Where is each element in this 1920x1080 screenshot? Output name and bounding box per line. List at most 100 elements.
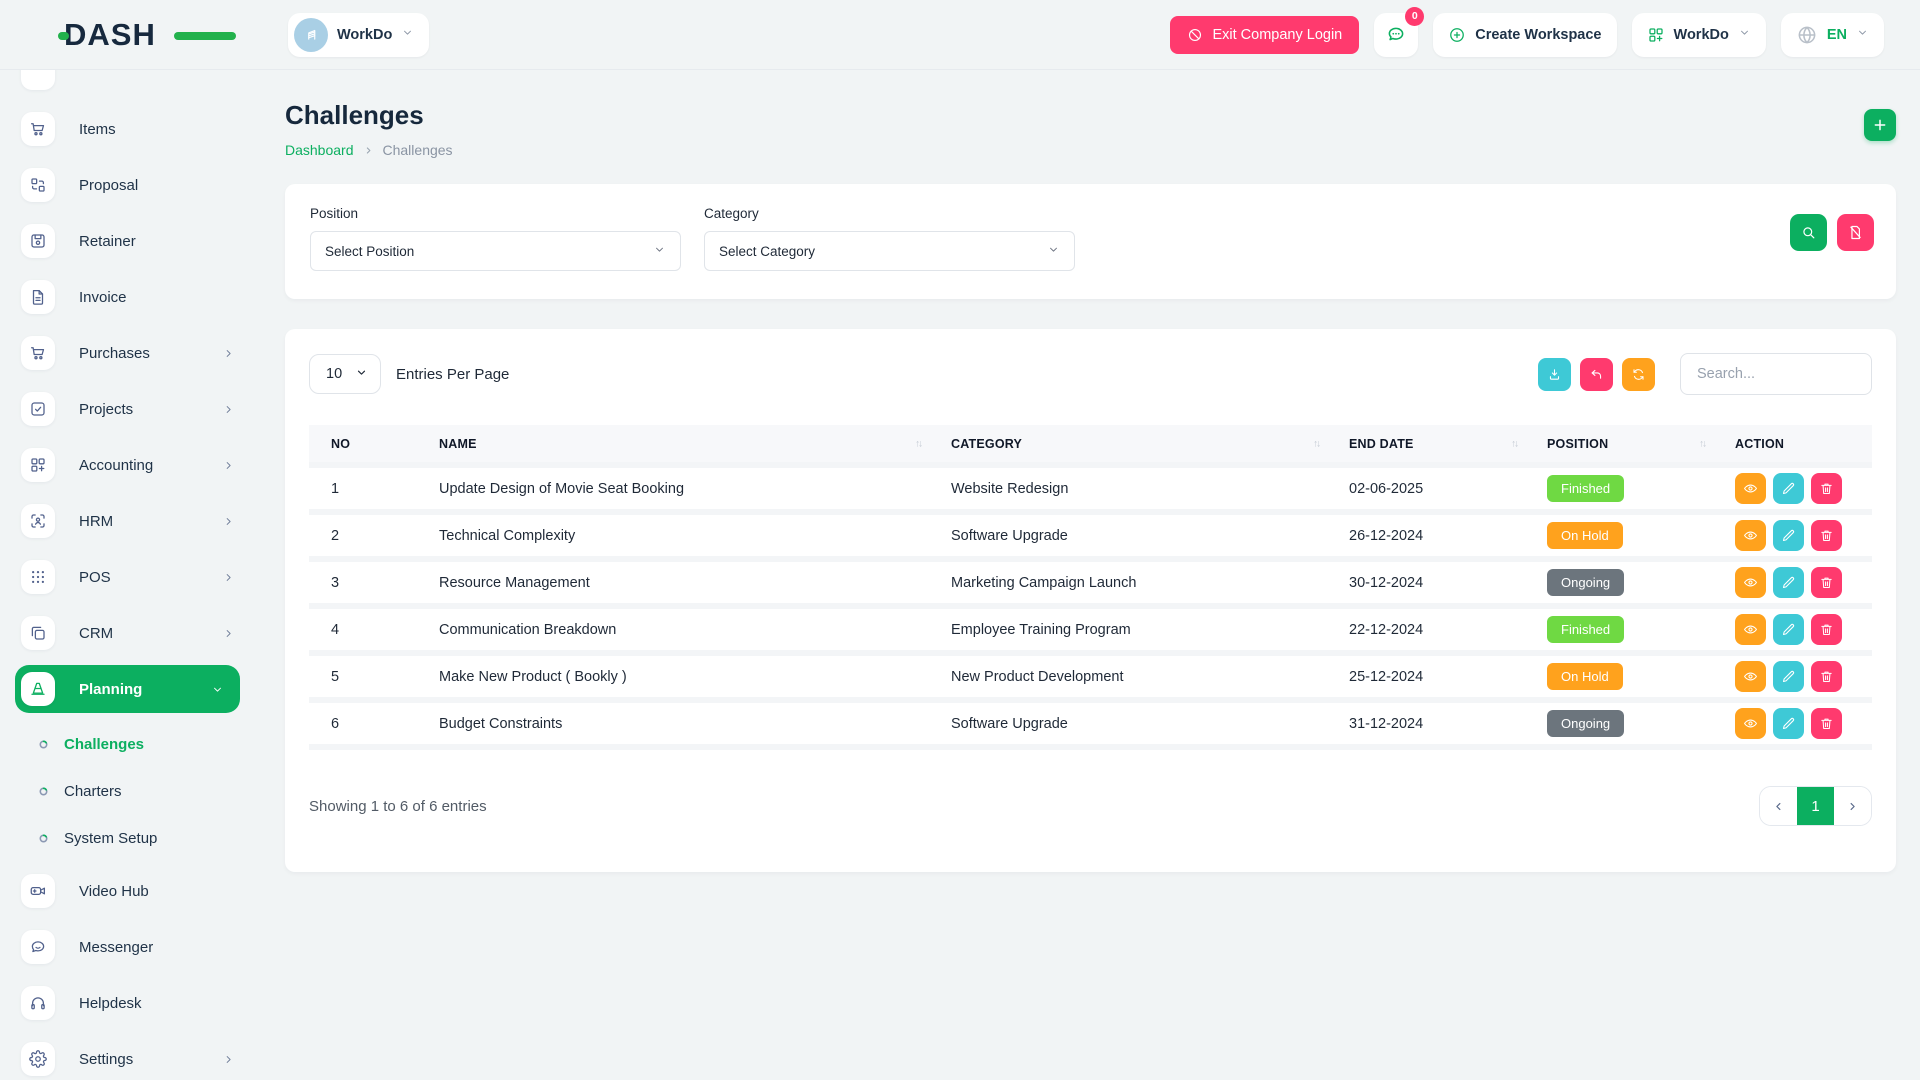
sidebar-item-accounting[interactable]: Accounting [21,441,257,489]
row-actions [1735,473,1862,504]
apply-filter-button[interactable] [1790,214,1827,251]
chevron-right-icon [222,1053,235,1066]
edit-button[interactable] [1773,520,1804,551]
cell-name[interactable]: Technical Complexity [429,512,941,559]
view-button[interactable] [1735,708,1766,739]
sort-icon[interactable]: ↑↓ [915,438,921,449]
company-switcher[interactable]: WorkDo [288,13,429,57]
cart-icon [21,336,55,370]
sidebar-item-settings[interactable]: Settings [21,1035,257,1080]
cell-name[interactable]: Resource Management [429,559,941,606]
sidebar-item-crm[interactable]: CRM [21,609,257,657]
column-header-category[interactable]: CATEGORY↑↓ [941,425,1339,465]
file-invoice-icon [21,280,55,314]
cell-category: Marketing Campaign Launch [941,559,1339,606]
logo-text: DASH [64,19,156,50]
trash-icon [1819,528,1834,543]
chevron-right-icon [222,571,235,584]
refresh-icon [1631,367,1646,382]
breadcrumb-current: Challenges [383,142,453,158]
chevron-down-icon [211,683,224,696]
export-button[interactable] [1538,358,1571,391]
main-content: Challenges Dashboard Challenges Position… [257,70,1920,1080]
eye-icon [1743,575,1758,590]
view-button[interactable] [1735,473,1766,504]
position-filter-select[interactable]: Select Position [310,231,681,271]
view-button[interactable] [1735,614,1766,645]
sidebar-item-items[interactable]: Items [21,105,257,153]
chevron-right-icon [1846,800,1859,813]
trash-icon [1819,481,1834,496]
sidebar-item-retainer[interactable]: Retainer [21,217,257,265]
row-actions [1735,567,1862,598]
sidebar-item-clipped[interactable] [21,70,257,97]
edit-button[interactable] [1773,614,1804,645]
messages-button[interactable]: 0 [1374,13,1418,57]
column-header-no[interactable]: NO [309,425,429,465]
sidebar-item-messenger[interactable]: Messenger [21,923,257,971]
sidebar-item-proposal[interactable]: Proposal [21,161,257,209]
sidebar-subitem-charters[interactable]: Charters [21,768,257,815]
reset-button[interactable] [1580,358,1613,391]
delete-button[interactable] [1811,567,1842,598]
sort-icon[interactable]: ↑↓ [1699,438,1705,449]
pagination-prev-button[interactable] [1760,787,1797,825]
edit-button[interactable] [1773,567,1804,598]
view-button[interactable] [1735,520,1766,551]
sort-icon[interactable]: ↑↓ [1313,438,1319,449]
clear-filter-button[interactable] [1837,214,1874,251]
sidebar-item-invoice[interactable]: Invoice [21,273,257,321]
delete-button[interactable] [1811,661,1842,692]
add-challenge-button[interactable] [1864,109,1896,141]
cell-name[interactable]: Budget Constraints [429,700,941,747]
refresh-button[interactable] [1622,358,1655,391]
delete-button[interactable] [1811,520,1842,551]
cell-name[interactable]: Make New Product ( Bookly ) [429,653,941,700]
delete-button[interactable] [1811,614,1842,645]
file-slash-icon [1847,224,1864,241]
language-selector[interactable]: EN [1781,13,1884,57]
entries-per-page-select[interactable]: 10 [309,354,381,394]
trash-icon [1819,575,1834,590]
create-workspace-button[interactable]: Create Workspace [1433,13,1616,57]
clipped-icon [21,70,55,90]
chevron-down-icon [653,243,666,259]
sidebar-subitem-challenges[interactable]: Challenges [21,721,257,768]
sidebar-item-video-hub[interactable]: Video Hub [21,867,257,915]
sidebar-item-projects[interactable]: Projects [21,385,257,433]
app-logo[interactable]: DASH [64,18,192,52]
column-header-position[interactable]: POSITION↑↓ [1537,425,1725,465]
edit-button[interactable] [1773,473,1804,504]
view-button[interactable] [1735,661,1766,692]
pagination-page-1[interactable]: 1 [1797,787,1834,825]
edit-button[interactable] [1773,708,1804,739]
edit-button[interactable] [1773,661,1804,692]
sidebar-subitem-system-setup[interactable]: System Setup [21,815,257,862]
cell-name[interactable]: Update Design of Movie Seat Booking [429,465,941,512]
workspace-menu[interactable]: WorkDo [1632,13,1766,57]
exit-company-login-button[interactable]: Exit Company Login [1170,16,1359,54]
eye-icon [1743,481,1758,496]
sort-icon[interactable]: ↑↓ [1511,438,1517,449]
sidebar-item-planning[interactable]: Planning [15,665,240,713]
globe-icon [1796,24,1818,46]
pencil-icon [1781,575,1796,590]
sidebar-item-pos[interactable]: POS [21,553,257,601]
table-search-input[interactable] [1680,353,1872,395]
table-row: 4 Communication Breakdown Employee Train… [309,606,1872,653]
breadcrumb-dashboard-link[interactable]: Dashboard [285,142,354,158]
chevron-right-icon [222,347,235,360]
column-header-name[interactable]: NAME↑↓ [429,425,941,465]
sidebar-item-hrm[interactable]: HRM [21,497,257,545]
column-header-end-date[interactable]: END DATE↑↓ [1339,425,1537,465]
view-button[interactable] [1735,567,1766,598]
cell-no: 2 [309,512,429,559]
category-filter-value: Select Category [719,244,815,259]
sidebar-item-purchases[interactable]: Purchases [21,329,257,377]
cell-name[interactable]: Communication Breakdown [429,606,941,653]
category-filter-select[interactable]: Select Category [704,231,1075,271]
pagination-next-button[interactable] [1834,787,1871,825]
delete-button[interactable] [1811,708,1842,739]
sidebar-item-helpdesk[interactable]: Helpdesk [21,979,257,1027]
delete-button[interactable] [1811,473,1842,504]
